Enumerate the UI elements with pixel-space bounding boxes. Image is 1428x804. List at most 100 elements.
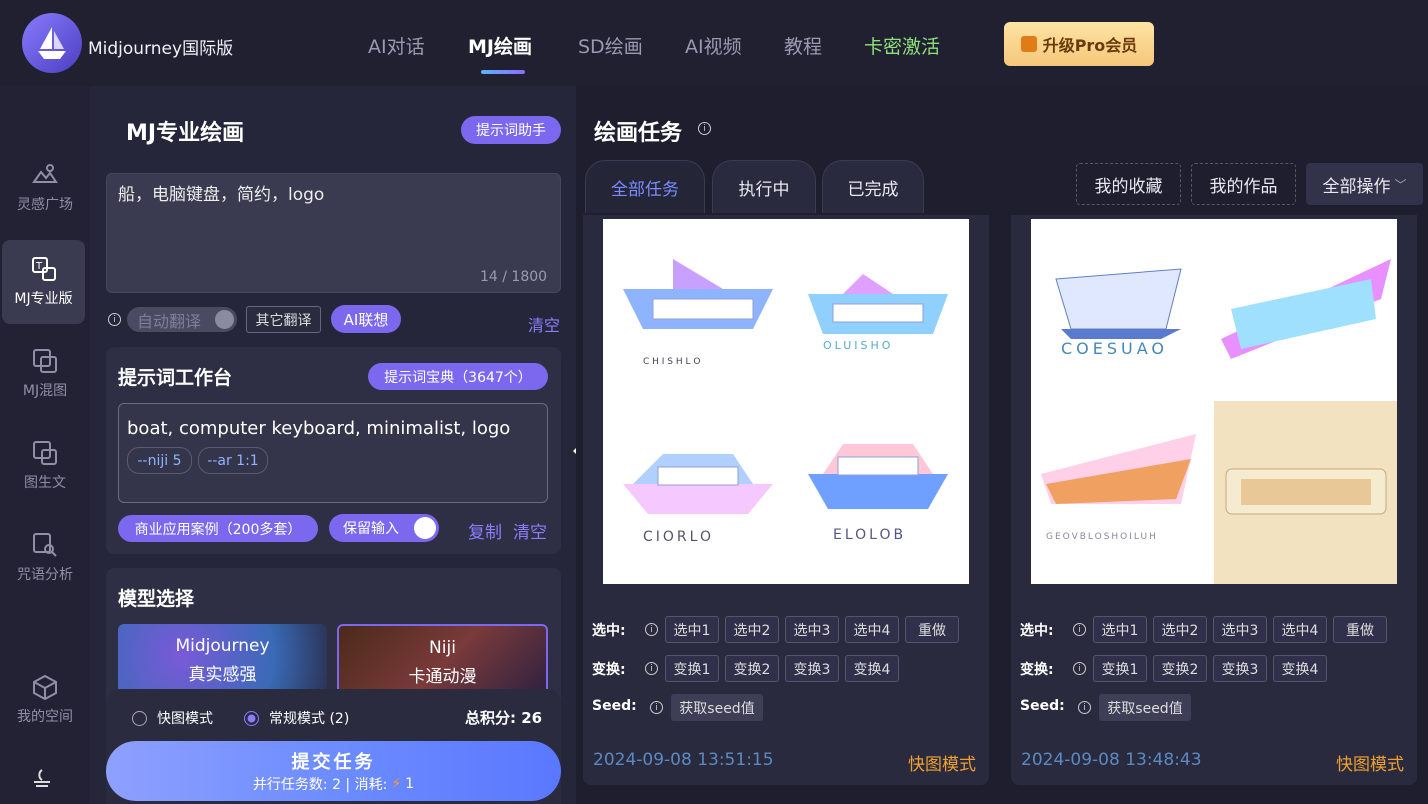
- cube-icon: [33, 674, 57, 700]
- grid-cell-2: OLUISHO: [808, 274, 948, 352]
- mj-pro-icon: T: [31, 257, 56, 281]
- info-icon: i: [1073, 662, 1086, 675]
- tag-niji[interactable]: --niji 5: [127, 447, 192, 474]
- seed-label: Seed:: [1020, 698, 1065, 714]
- nav-ai-chat[interactable]: AI对话: [368, 32, 425, 59]
- grid-cell-1: COESUAO: [1055, 268, 1182, 358]
- upgrade-pro-button[interactable]: 升级Pro会员: [1004, 22, 1154, 66]
- top-bar: Midjourney国际版 AI对话 MJ绘画 SD绘画 AI视频 教程 卡密激…: [0, 0, 1428, 86]
- prompt-input-value: 船，电脑键盘，简约，logo: [118, 185, 325, 205]
- other-translate-button[interactable]: 其它翻译: [246, 306, 321, 333]
- redo-button[interactable]: 重做: [1333, 616, 1387, 643]
- seed-label: Seed:: [592, 698, 637, 714]
- my-works-button[interactable]: 我的作品: [1191, 163, 1296, 205]
- tab-all-tasks[interactable]: 全部任务: [585, 160, 705, 213]
- vary-1-button[interactable]: 变换1: [1093, 655, 1147, 682]
- select-4-button[interactable]: 选中4: [1273, 616, 1327, 643]
- workbench-title: 提示词工作台: [118, 367, 233, 389]
- vary-label: 变换:: [1020, 662, 1054, 678]
- copy-link[interactable]: 复制: [468, 518, 502, 543]
- select-1-button[interactable]: 选中1: [665, 616, 719, 643]
- tab-running[interactable]: 执行中: [712, 160, 816, 213]
- keyboard-illustration: [1225, 468, 1387, 515]
- sidebar-item-my-space[interactable]: 我的空间: [0, 658, 90, 742]
- nav-tutorial[interactable]: 教程: [784, 32, 822, 59]
- nav-active-indicator: [481, 70, 525, 74]
- inspiration-icon: [32, 164, 58, 183]
- chevron-down-icon: ﹀: [1394, 177, 1407, 192]
- vary-2-button[interactable]: 变换2: [1153, 655, 1207, 682]
- nav-mj-painting[interactable]: MJ绘画: [468, 32, 532, 59]
- vary-2-button[interactable]: 变换2: [725, 655, 779, 682]
- svg-text:ELOLOB: ELOLOB: [833, 527, 906, 543]
- tab-completed[interactable]: 已完成: [822, 160, 924, 213]
- my-favorites-button[interactable]: 我的收藏: [1076, 163, 1181, 205]
- nav-sd-painting[interactable]: SD绘画: [578, 32, 643, 59]
- vary-4-button[interactable]: 变换4: [845, 655, 899, 682]
- auto-translate-toggle[interactable]: 自动翻译: [127, 307, 237, 332]
- tag-aspect-ratio[interactable]: --ar 1:1: [198, 447, 268, 474]
- crown-icon: [1020, 36, 1037, 52]
- keywords-text: boat, computer keyboard, minimalist, log…: [127, 418, 511, 439]
- task-image-grid[interactable]: C H I S H L O OLUISHO CIORLO ELOLOB: [603, 219, 969, 584]
- normal-mode-radio[interactable]: 常规模式 (2): [244, 708, 349, 728]
- theme-toggle-icon[interactable]: [30, 766, 54, 794]
- grid-cell-3: CIORLO: [623, 454, 773, 545]
- prompt-assistant-button[interactable]: 提示词助手: [461, 116, 561, 144]
- ai-associate-button[interactable]: AI联想: [331, 305, 401, 333]
- all-actions-dropdown[interactable]: 全部操作 ﹀: [1306, 163, 1423, 205]
- vary-1-button[interactable]: 变换1: [665, 655, 719, 682]
- keep-input-toggle[interactable]: 保留输入: [329, 514, 439, 542]
- redo-button[interactable]: 重做: [905, 616, 959, 643]
- sidebar-item-prompt-analysis[interactable]: 咒语分析: [0, 516, 90, 600]
- select-3-button[interactable]: 选中3: [785, 616, 839, 643]
- svg-text:CIORLO: CIORLO: [643, 529, 714, 545]
- grid-cell-2: [1221, 259, 1391, 359]
- nav-ai-video[interactable]: AI视频: [685, 32, 742, 59]
- svg-text:C H I S H L O: C H I S H L O: [643, 357, 700, 367]
- select-3-button[interactable]: 选中3: [1213, 616, 1267, 643]
- vary-3-button[interactable]: 变换3: [1213, 655, 1267, 682]
- toggle-knob: [414, 517, 436, 539]
- sidebar-item-inspiration[interactable]: 灵感广场: [0, 146, 90, 230]
- model-select-title: 模型选择: [118, 588, 195, 610]
- select-label: 选中:: [1020, 623, 1054, 639]
- select-4-button[interactable]: 选中4: [845, 616, 899, 643]
- brand-name: Midjourney国际版: [88, 39, 234, 59]
- submit-task-button[interactable]: 提交任务 并行任务数: 2 | 消耗: ⚡ 1: [106, 741, 561, 801]
- fast-mode-radio[interactable]: 快图模式: [132, 708, 213, 728]
- task-image-grid[interactable]: COESUAO GEOVBLOSHOILUH: [1031, 219, 1397, 584]
- clear-keywords-link[interactable]: 清空: [513, 518, 547, 543]
- logo-icon[interactable]: [22, 13, 82, 73]
- info-icon: i: [645, 623, 658, 636]
- info-icon: i: [645, 662, 658, 675]
- info-icon: i: [1073, 623, 1086, 636]
- vary-3-button[interactable]: 变换3: [785, 655, 839, 682]
- nav-card-activate[interactable]: 卡密激活: [864, 32, 940, 59]
- clear-prompt-link[interactable]: 清空: [528, 312, 560, 336]
- task-timestamp: 2024-09-08 13:48:43: [1021, 750, 1202, 770]
- business-cases-button[interactable]: 商业应用案例（200多套）: [118, 515, 318, 542]
- sidebar-item-image-to-text[interactable]: 图生文: [0, 424, 90, 508]
- select-1-button[interactable]: 选中1: [1093, 616, 1147, 643]
- grid-cell-4: ELOLOB: [808, 444, 948, 543]
- image-blend-icon: [33, 349, 57, 373]
- select-2-button[interactable]: 选中2: [1153, 616, 1207, 643]
- svg-text:COESUAO: COESUAO: [1061, 339, 1168, 358]
- grid-cell-3: GEOVBLOSHOILUH: [1041, 434, 1196, 542]
- prompt-char-count: 14 / 1800: [480, 269, 548, 285]
- prompt-analysis-icon: [33, 533, 57, 557]
- vary-4-button[interactable]: 变换4: [1273, 655, 1327, 682]
- prompt-dictionary-button[interactable]: 提示词宝典（3647个）: [368, 363, 548, 390]
- radio-checked-icon: [244, 710, 259, 726]
- get-seed-button[interactable]: 获取seed值: [1099, 694, 1191, 721]
- image-to-text-icon: [33, 441, 57, 465]
- sidebar-item-mj-pro[interactable]: T MJ专业版: [2, 240, 85, 324]
- get-seed-button[interactable]: 获取seed值: [671, 694, 763, 721]
- select-2-button[interactable]: 选中2: [725, 616, 779, 643]
- grid-cell-1: C H I S H L O: [623, 259, 773, 367]
- select-label: 选中:: [592, 623, 626, 639]
- sidebar-item-image-blend[interactable]: MJ混图: [0, 332, 90, 416]
- task-timestamp: 2024-09-08 13:51:15: [593, 750, 774, 770]
- toggle-knob: [215, 310, 234, 329]
